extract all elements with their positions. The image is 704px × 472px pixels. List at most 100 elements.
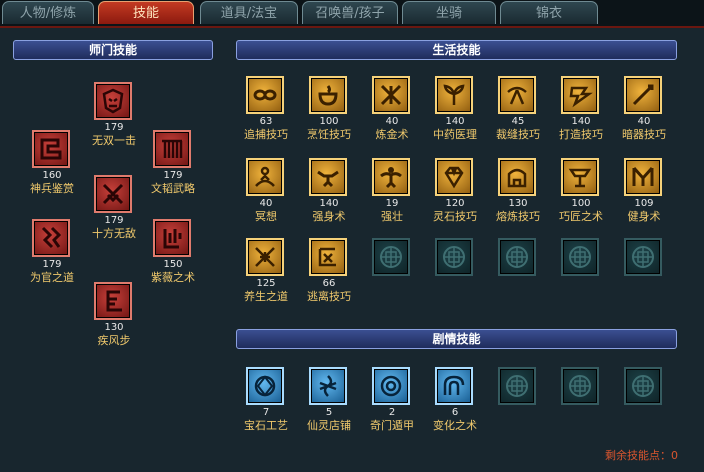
dart-icon bbox=[624, 76, 662, 114]
school-skill[interactable]: 179 无双一击 bbox=[84, 82, 144, 156]
skill-level: 140 bbox=[571, 116, 591, 127]
life-skill[interactable]: 130 熔炼技巧 bbox=[488, 158, 548, 232]
life-skill[interactable]: 40 炼金术 bbox=[362, 76, 422, 150]
skill-name: 巧匠之术 bbox=[559, 210, 603, 223]
transform-icon bbox=[435, 367, 473, 405]
school-skill[interactable]: 179 十方无敌 bbox=[84, 175, 144, 249]
section-story-skills: 剧情技能 bbox=[236, 329, 677, 349]
skill-level: 179 bbox=[104, 122, 124, 133]
meditation-icon bbox=[246, 158, 284, 196]
skill-name: 中药医理 bbox=[433, 128, 477, 141]
skill-name: 强身术 bbox=[312, 210, 346, 223]
empty-skill-slot bbox=[488, 238, 548, 312]
skill-name: 健身术 bbox=[627, 210, 661, 223]
skill-level: 45 bbox=[511, 116, 525, 127]
skill-level: 130 bbox=[104, 322, 124, 333]
herb-icon bbox=[435, 76, 473, 114]
gem-icon bbox=[435, 158, 473, 196]
gem-craft-icon bbox=[246, 367, 284, 405]
sewing-icon bbox=[498, 76, 536, 114]
skill-name: 熔炼技巧 bbox=[496, 210, 540, 223]
life-skill[interactable]: 40 暗器技巧 bbox=[614, 76, 674, 150]
skill-level: 160 bbox=[42, 170, 62, 181]
skill-name: 逃离技巧 bbox=[307, 290, 351, 303]
skill-level: 140 bbox=[319, 198, 339, 209]
school-skill[interactable]: 179 文韬武略 bbox=[143, 130, 203, 204]
empty-skill-slot bbox=[488, 367, 548, 441]
skill-name: 养生之道 bbox=[244, 290, 288, 303]
skill-level: 140 bbox=[445, 116, 465, 127]
skill-name: 暗器技巧 bbox=[622, 128, 666, 141]
life-skill[interactable]: 140 中药医理 bbox=[425, 76, 485, 150]
skill-level: 66 bbox=[322, 278, 336, 289]
skill-name: 神兵鉴赏 bbox=[30, 182, 74, 195]
tab-character[interactable]: 人物/修炼 bbox=[2, 1, 94, 24]
skill-level: 40 bbox=[385, 116, 399, 127]
skill-name: 炼金术 bbox=[375, 128, 409, 141]
school-skill[interactable]: 150 紫薇之术 bbox=[143, 219, 203, 293]
life-skill[interactable]: 120 灵石技巧 bbox=[425, 158, 485, 232]
fitness-icon bbox=[624, 158, 662, 196]
story-skill[interactable]: 2 奇门遁甲 bbox=[362, 367, 422, 441]
skill-level: 2 bbox=[388, 407, 396, 418]
empty-skill-slot bbox=[614, 238, 674, 312]
life-skill[interactable]: 100 烹饪技巧 bbox=[299, 76, 359, 150]
skill-name: 仙灵店铺 bbox=[307, 419, 351, 432]
skill-level: 130 bbox=[508, 198, 528, 209]
skill-name: 无双一击 bbox=[92, 134, 136, 147]
skill-name: 灵石技巧 bbox=[433, 210, 477, 223]
skill-name: 追捕技巧 bbox=[244, 128, 288, 141]
muscle-icon bbox=[372, 158, 410, 196]
skill-name: 十方无敌 bbox=[92, 227, 136, 240]
empty-slot-icon bbox=[435, 238, 473, 276]
life-skill[interactable]: 140 强身术 bbox=[299, 158, 359, 232]
skill-level: 109 bbox=[634, 198, 654, 209]
skill-level: 19 bbox=[385, 198, 399, 209]
tab-items[interactable]: 道具/法宝 bbox=[200, 1, 298, 24]
life-skill[interactable]: 109 健身术 bbox=[614, 158, 674, 232]
empty-slot-icon bbox=[498, 367, 536, 405]
official-seal-icon bbox=[32, 219, 70, 257]
life-skill[interactable]: 63 追捕技巧 bbox=[236, 76, 296, 150]
body-training-icon bbox=[309, 158, 347, 196]
life-skill[interactable]: 140 打造技巧 bbox=[551, 76, 611, 150]
life-skill[interactable]: 125 养生之道 bbox=[236, 238, 296, 312]
life-skill[interactable]: 19 强壮 bbox=[362, 158, 422, 232]
school-skill[interactable]: 130 疾风步 bbox=[84, 282, 144, 356]
life-skill[interactable]: 100 巧匠之术 bbox=[551, 158, 611, 232]
furnace-icon bbox=[498, 158, 536, 196]
empty-slot-icon bbox=[498, 238, 536, 276]
tab-mount[interactable]: 坐骑 bbox=[402, 1, 496, 24]
story-skill[interactable]: 6 变化之术 bbox=[425, 367, 485, 441]
story-skill[interactable]: 5 仙灵店铺 bbox=[299, 367, 359, 441]
tab-outfit[interactable]: 锦衣 bbox=[500, 1, 598, 24]
empty-skill-slot bbox=[614, 367, 674, 441]
spirit-shop-icon bbox=[309, 367, 347, 405]
skill-level: 6 bbox=[451, 407, 459, 418]
skill-name: 强壮 bbox=[381, 210, 403, 223]
tab-pets[interactable]: 召唤兽/孩子 bbox=[302, 1, 398, 24]
tab-skills[interactable]: 技能 bbox=[98, 1, 194, 24]
trap-icon bbox=[246, 76, 284, 114]
section-school-skills: 师门技能 bbox=[13, 40, 213, 60]
skill-level: 5 bbox=[325, 407, 333, 418]
skill-level: 100 bbox=[319, 116, 339, 127]
empty-skill-slot bbox=[551, 367, 611, 441]
empty-skill-slot bbox=[362, 238, 422, 312]
weapon-icon bbox=[32, 130, 70, 168]
formation-icon bbox=[372, 367, 410, 405]
skill-level: 179 bbox=[163, 170, 183, 181]
story-skill[interactable]: 7 宝石工艺 bbox=[236, 367, 296, 441]
life-skill[interactable]: 45 裁缝技巧 bbox=[488, 76, 548, 150]
life-skill[interactable]: 66 逃离技巧 bbox=[299, 238, 359, 312]
cooking-pot-icon bbox=[309, 76, 347, 114]
empty-slot-icon bbox=[624, 238, 662, 276]
school-skill[interactable]: 179 为官之道 bbox=[22, 219, 82, 293]
life-skill[interactable]: 40 冥想 bbox=[236, 158, 296, 232]
scroll-icon bbox=[153, 130, 191, 168]
skill-level: 7 bbox=[262, 407, 270, 418]
school-skill[interactable]: 160 神兵鉴赏 bbox=[22, 130, 82, 204]
empty-skill-slot bbox=[425, 238, 485, 312]
skill-level: 63 bbox=[259, 116, 273, 127]
skill-name: 冥想 bbox=[255, 210, 277, 223]
